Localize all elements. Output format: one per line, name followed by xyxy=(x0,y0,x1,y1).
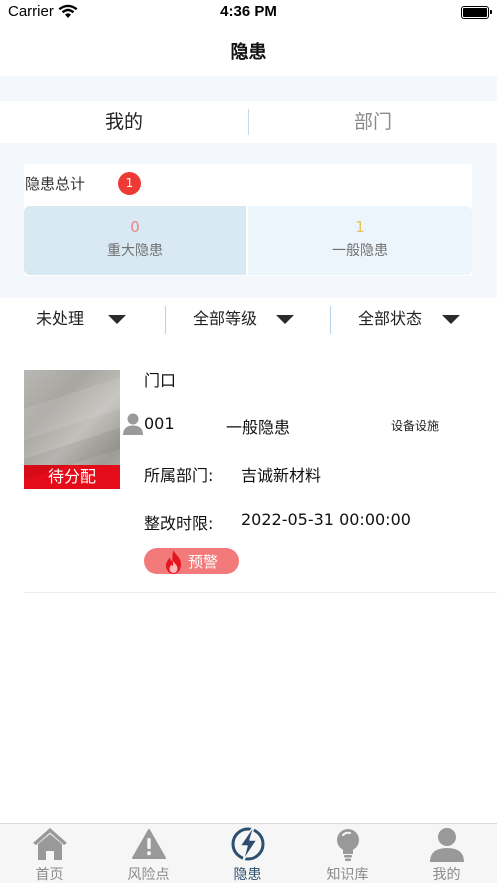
page-title: 隐患 xyxy=(230,42,267,63)
summary-label: 隐患总计 xyxy=(25,175,86,193)
warning-badge: 预警 xyxy=(144,548,239,574)
filter-divider xyxy=(165,306,166,334)
tab-knowledge-base-label: 知识库 xyxy=(326,867,369,883)
overview-section: 我的 部门 隐患总计 1 0 重大隐患 1 一般隐患 xyxy=(0,76,497,298)
lightbulb-icon xyxy=(337,829,359,861)
bottom-tab-bar: 首页 风险点 隐患 知识库 我的 xyxy=(0,823,497,883)
hazard-code: 001 xyxy=(144,414,175,433)
filter-bar: 未处理 全部等级 全部状态 xyxy=(0,298,497,342)
caret-down-icon xyxy=(276,315,294,324)
deadline-label: 整改时限: xyxy=(144,514,214,533)
hazard-type: 一般隐患 xyxy=(226,418,291,437)
hazard-list-item[interactable]: 待分配 门口 001 一般隐患 设备设施 所属部门: 吉诚新材料 整改时限: 2… xyxy=(24,360,497,593)
flame-icon xyxy=(166,550,181,574)
hazard-summary: 隐患总计 1 0 重大隐患 1 一般隐患 xyxy=(24,164,472,276)
status-bar: Carrier 4:36 PM xyxy=(0,0,497,26)
caret-down-icon xyxy=(108,315,126,324)
warning-triangle-icon xyxy=(132,829,166,859)
tab-home-label: 首页 xyxy=(35,867,64,883)
level-filter-dropdown[interactable]: 全部等级 xyxy=(193,298,323,342)
tab-risk-point[interactable]: 风险点 xyxy=(99,824,198,883)
home-icon xyxy=(33,828,67,860)
tab-hazard[interactable]: 隐患 xyxy=(198,824,297,883)
tab-home[interactable]: 首页 xyxy=(0,824,99,883)
general-hazard-card[interactable]: 1 一般隐患 xyxy=(248,206,472,275)
filter-divider xyxy=(330,306,331,334)
tab-mine[interactable]: 我的 xyxy=(0,101,248,143)
process-filter-dropdown[interactable]: 未处理 xyxy=(36,298,166,342)
deadline-value: 2022-05-31 00:00:00 xyxy=(241,510,411,529)
general-hazard-label: 一般隐患 xyxy=(332,243,388,259)
level-filter-label: 全部等级 xyxy=(193,309,258,328)
summary-count-badge: 1 xyxy=(118,172,141,195)
major-hazard-count: 0 xyxy=(130,218,140,236)
status-filter-dropdown[interactable]: 全部状态 xyxy=(358,298,488,342)
tab-mine-label: 我的 xyxy=(432,867,461,883)
hazard-photo[interactable]: 待分配 xyxy=(24,370,120,489)
hazard-location: 门口 xyxy=(144,371,177,390)
battery-icon xyxy=(461,6,492,19)
tab-risk-point-label: 风险点 xyxy=(127,867,170,883)
tab-hazard-label: 隐患 xyxy=(233,867,262,883)
department-label: 所属部门: xyxy=(144,466,214,485)
general-hazard-count: 1 xyxy=(355,218,365,236)
tab-department[interactable]: 部门 xyxy=(249,101,497,143)
major-hazard-label: 重大隐患 xyxy=(107,243,163,259)
major-hazard-card[interactable]: 0 重大隐患 xyxy=(24,206,246,275)
lightning-icon xyxy=(231,826,265,862)
warning-label: 预警 xyxy=(188,553,219,571)
navigation-bar: 隐患 xyxy=(0,26,497,76)
assignment-status-tag: 待分配 xyxy=(24,465,120,489)
tab-mine[interactable]: 我的 xyxy=(397,824,496,883)
segment-control: 我的 部门 xyxy=(0,101,497,143)
caret-down-icon xyxy=(442,315,460,324)
person-icon xyxy=(123,413,143,435)
clock-time: 4:36 PM xyxy=(220,3,277,20)
tab-knowledge-base[interactable]: 知识库 xyxy=(298,824,397,883)
user-icon xyxy=(430,828,464,862)
hazard-category: 设备设施 xyxy=(391,419,440,433)
process-filter-label: 未处理 xyxy=(36,309,85,328)
department-value: 吉诚新材料 xyxy=(241,466,322,485)
status-filter-label: 全部状态 xyxy=(358,309,423,328)
summary-cards: 0 重大隐患 1 一般隐患 xyxy=(24,206,472,275)
